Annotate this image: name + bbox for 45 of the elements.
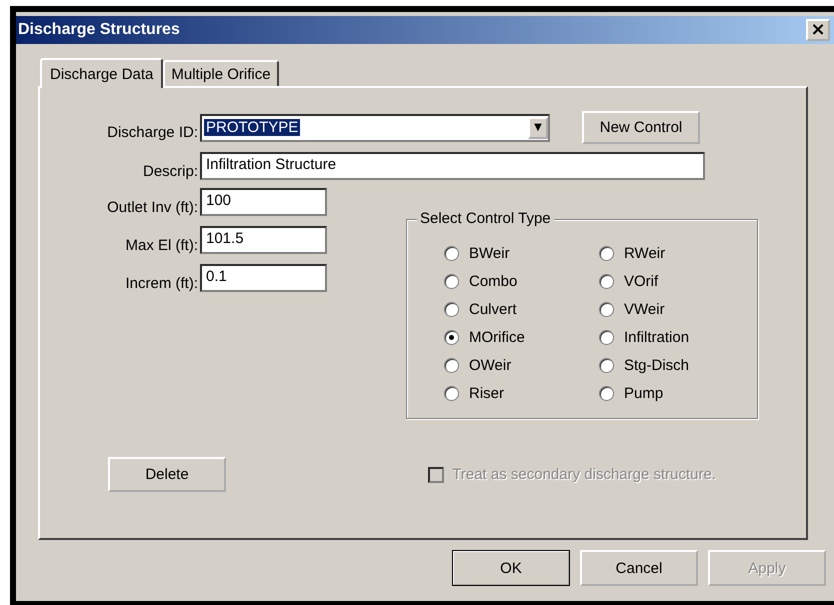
selected-value: PROTOTYPE	[204, 119, 300, 136]
radio-button[interactable]	[444, 246, 459, 261]
input-field[interactable]: 101.5	[200, 226, 327, 254]
radio-button[interactable]	[444, 302, 459, 317]
radio-button[interactable]	[599, 274, 614, 289]
radio-label[interactable]: Riser	[469, 385, 504, 402]
discharge-id-dropdown[interactable]: PROTOTYPE ▼	[200, 114, 550, 142]
window-title: Discharge Structures	[18, 21, 180, 39]
radio-label[interactable]: VWeir	[624, 301, 665, 318]
field-label: Discharge ID:	[106, 124, 199, 141]
radio-label[interactable]: RWeir	[624, 245, 666, 262]
tab[interactable]: Multiple Orifice	[163, 60, 279, 86]
input-field[interactable]: 0.1	[200, 264, 327, 292]
radio-button[interactable]	[599, 246, 614, 261]
field-label: Descrip:	[142, 162, 199, 180]
radio-button[interactable]	[444, 274, 459, 289]
radio-label[interactable]: Combo	[469, 273, 518, 290]
input-field[interactable]: 100	[200, 188, 327, 216]
radio-label[interactable]: Pump	[624, 385, 664, 402]
radio-label[interactable]: Stg-Disch	[624, 357, 690, 374]
radio-button[interactable]	[444, 386, 459, 401]
delete-button[interactable]: Delete	[108, 457, 226, 492]
radio-button[interactable]	[599, 386, 614, 401]
field-label: Outlet Inv (ft):	[106, 198, 199, 216]
descrip-field[interactable]: Infiltration Structure	[200, 152, 705, 180]
radio-label[interactable]: VOrif	[624, 273, 658, 290]
radio-label[interactable]: Culvert	[469, 301, 517, 318]
dropdown-button[interactable]: ▼	[528, 116, 548, 138]
radio-button[interactable]	[599, 358, 614, 373]
dialog-button[interactable]: OK	[452, 550, 570, 586]
radio-button[interactable]	[599, 330, 614, 345]
field-label: Increm (ft):	[124, 274, 199, 292]
tab[interactable]: Discharge Data	[40, 58, 164, 88]
group-title: Select Control Type	[417, 210, 554, 227]
field-label: Max El (ft):	[124, 236, 199, 254]
radio-label[interactable]: BWeir	[469, 245, 510, 262]
radio-button[interactable]	[599, 302, 614, 317]
radio-label[interactable]: MOrifice	[469, 329, 525, 346]
radio-button[interactable]	[444, 330, 459, 345]
radio-button[interactable]	[444, 358, 459, 373]
new-control-button[interactable]: New Control	[582, 111, 700, 144]
close-button[interactable]: ×	[806, 19, 830, 41]
radio-label[interactable]: OWeir	[469, 357, 512, 374]
dialog-button[interactable]: Cancel	[580, 550, 698, 586]
radio-label[interactable]: Infiltration	[624, 329, 690, 346]
